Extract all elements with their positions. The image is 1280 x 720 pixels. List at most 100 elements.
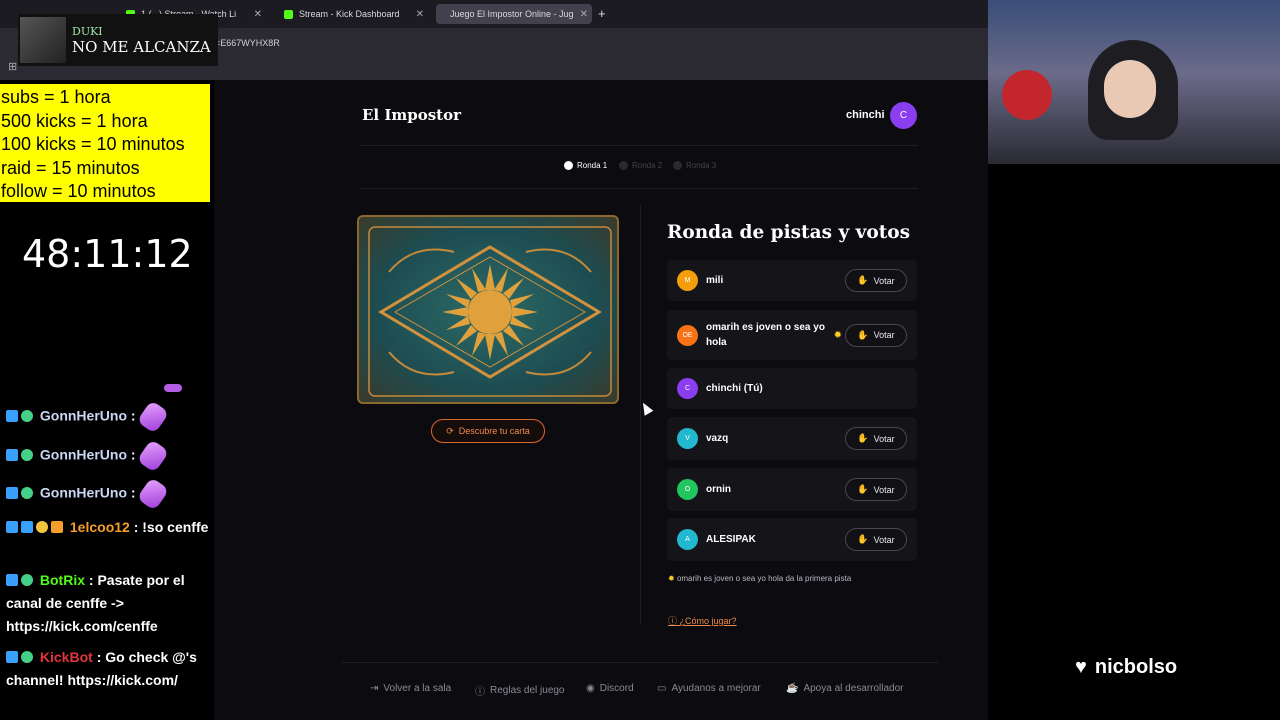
player-row: OE omarih es joven o sea yo hola ✹ ✋ Vota… <box>667 310 917 360</box>
info-icon: ⓘ <box>668 616 678 626</box>
site-logo[interactable]: El Impostor <box>362 106 461 124</box>
rule-line: subs = 1 hora <box>1 87 111 107</box>
webcam-feed <box>988 0 1280 164</box>
panel-divider <box>640 205 641 625</box>
how-to-play-link[interactable]: ⓘ ¿Cómo jugar? <box>668 614 737 627</box>
vote-button[interactable]: ✋ Votar <box>845 269 907 292</box>
rule-line: follow = 10 minutos <box>1 181 156 202</box>
player-avatar: A <box>677 529 698 550</box>
star-badge-icon <box>21 448 33 461</box>
badge-icon <box>6 486 18 499</box>
sun-emblem-icon <box>368 226 612 397</box>
footer-feedback[interactable]: ▭ Ayudanos a mejorar <box>657 683 761 694</box>
chat-message: GonnHerUno : <box>6 400 211 434</box>
reveal-card-button[interactable]: ⟳ Descubre tu carta <box>431 419 545 443</box>
now-playing-widget: DUKI NO ME ALCANZA <box>18 14 218 66</box>
album-cover <box>20 17 66 63</box>
badge-icon <box>6 521 18 533</box>
player-name: omarih es joven o sea yo hola <box>706 322 825 348</box>
subathon-timer: 48:11:12 <box>22 232 193 276</box>
footer-game-rules[interactable]: ⓘ Reglas del juego <box>475 683 565 698</box>
secret-card-back[interactable] <box>357 215 619 404</box>
player-avatar: C <box>677 378 698 399</box>
close-tab-icon[interactable]: ✕ <box>416 9 424 20</box>
apps-grid-icon[interactable]: ⊞ <box>8 60 17 73</box>
round-indicator-1: Ronda 1 <box>564 161 607 170</box>
streamer-face <box>1104 60 1156 118</box>
song-artist: DUKI <box>72 24 103 38</box>
rule-line: 100 kicks = 10 minutos <box>1 134 185 155</box>
player-name: ornin <box>706 484 731 495</box>
new-tab-icon[interactable]: + <box>598 6 606 21</box>
footer-back-to-room[interactable]: ⇥ Volver a la sala <box>370 683 451 694</box>
chat-emote <box>164 384 182 392</box>
chat-emote <box>136 439 170 473</box>
tab-impostor-game[interactable]: Juego El Impostor Online - Jug ✕ <box>436 4 592 24</box>
footer-divider <box>342 662 938 663</box>
close-tab-icon[interactable]: ✕ <box>580 9 588 20</box>
close-tab-icon[interactable]: ✕ <box>254 9 262 20</box>
refresh-icon: ⟳ <box>446 425 454 436</box>
player-avatar: OE <box>677 324 698 346</box>
hand-icon: ✋ <box>857 275 869 285</box>
round-indicator-2: Ronda 2 <box>619 161 662 170</box>
footer-discord[interactable]: ◉ Discord <box>586 683 634 694</box>
info-icon: ⓘ <box>475 687 485 698</box>
hand-icon: ✋ <box>857 534 869 544</box>
player-name: ALESIPAK <box>706 534 756 545</box>
user-avatar[interactable]: C <box>890 102 917 129</box>
player-row: A ALESIPAK ✋ Votar <box>667 518 917 561</box>
verified-badge-icon <box>21 651 33 663</box>
round-dot-icon <box>564 161 573 170</box>
star-badge-icon <box>21 409 33 422</box>
hand-icon: ✋ <box>857 433 869 443</box>
clue-hint: ✹ omarih es joven o sea yo hola da la pr… <box>668 574 852 583</box>
panel-title: Ronda de pistas y votos <box>667 222 911 243</box>
sun-icon: ✹ <box>668 574 675 583</box>
player-avatar: V <box>677 428 698 449</box>
round-dot-icon <box>619 161 628 170</box>
badge-icon <box>6 574 18 586</box>
star-badge-icon <box>21 486 33 499</box>
player-name: mili <box>706 275 724 286</box>
discord-icon: ◉ <box>586 683 595 694</box>
rounds-divider <box>360 188 918 189</box>
exit-icon: ⇥ <box>370 683 379 694</box>
chat-message: GonnHerUno : <box>6 477 211 511</box>
badge-icon <box>6 651 18 663</box>
vote-button[interactable]: ✋ Votar <box>845 323 907 347</box>
badge-icon <box>6 448 18 461</box>
verified-badge-icon <box>21 574 33 586</box>
badge-icon <box>21 521 33 533</box>
vote-button[interactable]: ✋ Votar <box>845 427 907 450</box>
player-avatar: O <box>677 479 698 500</box>
coffee-icon: ☕ <box>786 683 799 694</box>
chat-message: BotRix : Pasate por el canal de cenffe -… <box>6 572 185 634</box>
player-row: V vazq ✋ Votar <box>667 417 917 460</box>
rule-line: raid = 15 minutos <box>1 157 140 178</box>
chat-message: KickBot : Go check @'s channel! https://… <box>6 649 197 688</box>
star-badge-icon <box>36 521 48 533</box>
tab-kick-dashboard[interactable]: Stream - Kick Dashboard ✕ <box>276 4 432 24</box>
player-name: vazq <box>706 433 729 444</box>
chat-emote <box>136 400 170 434</box>
rule-line: 500 kicks = 1 hora <box>1 110 148 131</box>
vote-button[interactable]: ✋ Votar <box>845 478 907 501</box>
vote-button[interactable]: ✋ Votar <box>845 528 907 551</box>
header-divider <box>360 145 918 146</box>
player-row: O ornin ✋ Votar <box>667 468 917 511</box>
badge-icon <box>6 409 18 422</box>
chat-message: 1elcoo12 : !so cenffe <box>6 516 211 539</box>
player-row: M mili ✋ Votar <box>667 260 917 301</box>
user-name: chinchi <box>846 109 885 121</box>
crown-badge-icon <box>51 521 63 533</box>
subathon-rules: subs = 1 hora 500 kicks = 1 hora 100 kic… <box>0 84 210 202</box>
chat-emote <box>136 477 170 511</box>
chat-message: GonnHerUno : <box>6 439 211 473</box>
player-name: chinchi (Tú) <box>706 383 763 394</box>
hand-icon: ✋ <box>857 329 869 340</box>
latest-follower: ♥ nicbolso <box>1075 656 1178 678</box>
footer-support-dev[interactable]: ☕ Apoya al desarrollador <box>786 683 904 694</box>
heart-icon: ♥ <box>1075 656 1087 678</box>
address-bar[interactable]: =E667WYHX8R <box>215 33 975 53</box>
